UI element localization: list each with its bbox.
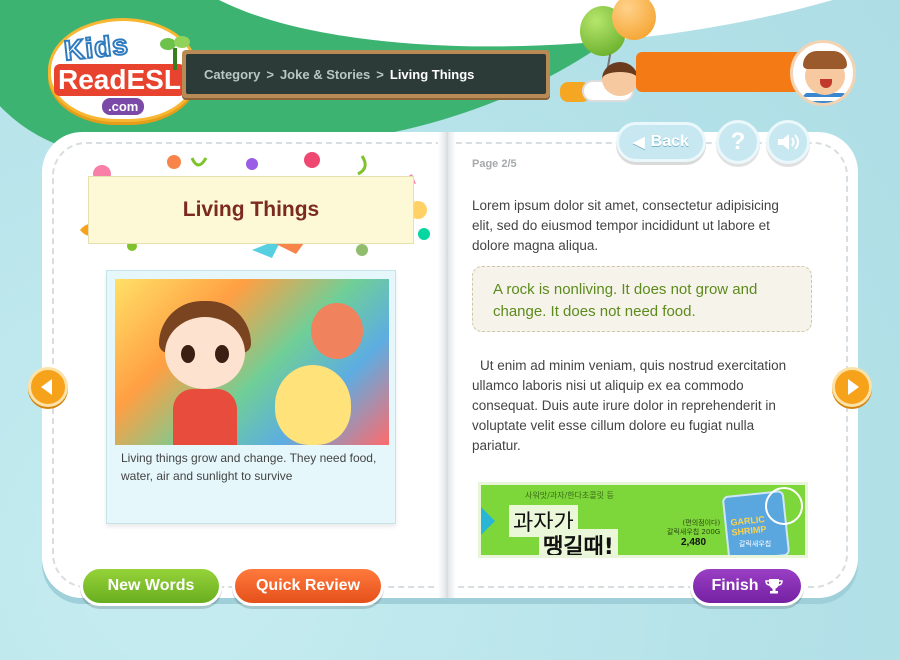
illustration-eye (215, 345, 229, 363)
chevron-left-icon (41, 379, 52, 395)
breadcrumb-item-category[interactable]: Category (204, 67, 260, 82)
illustration-girl-face (165, 317, 245, 389)
illustration-eye (181, 345, 195, 363)
flying-boy-head (602, 62, 638, 96)
breadcrumb-separator: > (266, 66, 274, 82)
image-caption: Living things grow and change. They need… (121, 451, 377, 483)
illustration-girl-dress (173, 389, 237, 445)
trophy-icon (764, 579, 783, 594)
ad-seal-icon (765, 487, 803, 525)
ad-price: 2,480 (681, 537, 707, 548)
book-spine (438, 132, 456, 598)
illustration-balloon (311, 303, 363, 359)
arrow-left-icon: ◀ (633, 134, 645, 151)
ad-bag-sublabel: 갈릭새우칩 (739, 540, 772, 548)
question-icon: ? (730, 128, 746, 155)
logo-text-kids: Kids (62, 28, 132, 68)
new-words-label: New Words (107, 577, 195, 594)
sound-button[interactable] (766, 120, 810, 164)
logo-text-com: .com (102, 98, 145, 115)
story-paragraph-1: Lorem ipsum dolor sit amet, consectetur … (472, 198, 779, 253)
new-words-button[interactable]: New Words (80, 566, 222, 606)
ad-tagline: 사워맛/과자/한다초콜릿 등 (525, 491, 614, 500)
speaker-icon (778, 134, 799, 150)
story-paragraph-2: Ut enim ad minim veniam, quis nostrud ex… (472, 358, 787, 453)
quick-review-button[interactable]: Quick Review (232, 566, 384, 606)
chevron-right-icon (848, 379, 859, 395)
ad-headline-2: 땡길때! (539, 529, 618, 555)
back-button-label: Back (650, 133, 689, 150)
avatar-hair (803, 51, 847, 69)
breadcrumb: Category > Joke & Stories > Living Thing… (186, 54, 546, 94)
site-logo[interactable]: Kids ReadESL .com (40, 14, 200, 126)
ad-arrow-icon (481, 507, 495, 535)
help-button[interactable]: ? (716, 120, 760, 164)
breadcrumb-separator: > (376, 66, 384, 82)
ad-product-label: (편의점이다) 갈릭새우칩 200G (667, 519, 721, 536)
app-stage: Kids ReadESL .com Category > Joke & Stor… (0, 0, 900, 660)
illustration-yellow-creature (275, 365, 351, 445)
finish-button[interactable]: Finish (690, 566, 804, 606)
highlight-box: A rock is nonliving. It does not grow an… (472, 266, 812, 332)
back-button[interactable]: ◀ Back (616, 122, 706, 162)
story-illustration (115, 279, 389, 445)
quick-review-label: Quick Review (255, 577, 361, 594)
breadcrumb-item-current: Living Things (389, 66, 475, 82)
previous-page-button[interactable] (28, 367, 68, 407)
user-avatar[interactable] (790, 40, 856, 106)
story-image-card: Living things grow and change. They need… (106, 270, 396, 524)
advertisement-banner[interactable]: 사워맛/과자/한다초콜릿 등 과자가 땡길때! (편의점이다) 갈릭새우칩 20… (478, 482, 808, 558)
finish-label: Finish (711, 577, 759, 594)
next-page-button[interactable] (832, 367, 872, 407)
page-indicator: Page 2/5 (472, 158, 517, 170)
page-title: Living Things (88, 176, 414, 244)
breadcrumb-board: Category > Joke & Stories > Living Thing… (182, 50, 550, 98)
ad-bag-text: GARLIC SHRIMP (729, 514, 767, 538)
breadcrumb-item-jokes-stories[interactable]: Joke & Stories (280, 67, 370, 82)
